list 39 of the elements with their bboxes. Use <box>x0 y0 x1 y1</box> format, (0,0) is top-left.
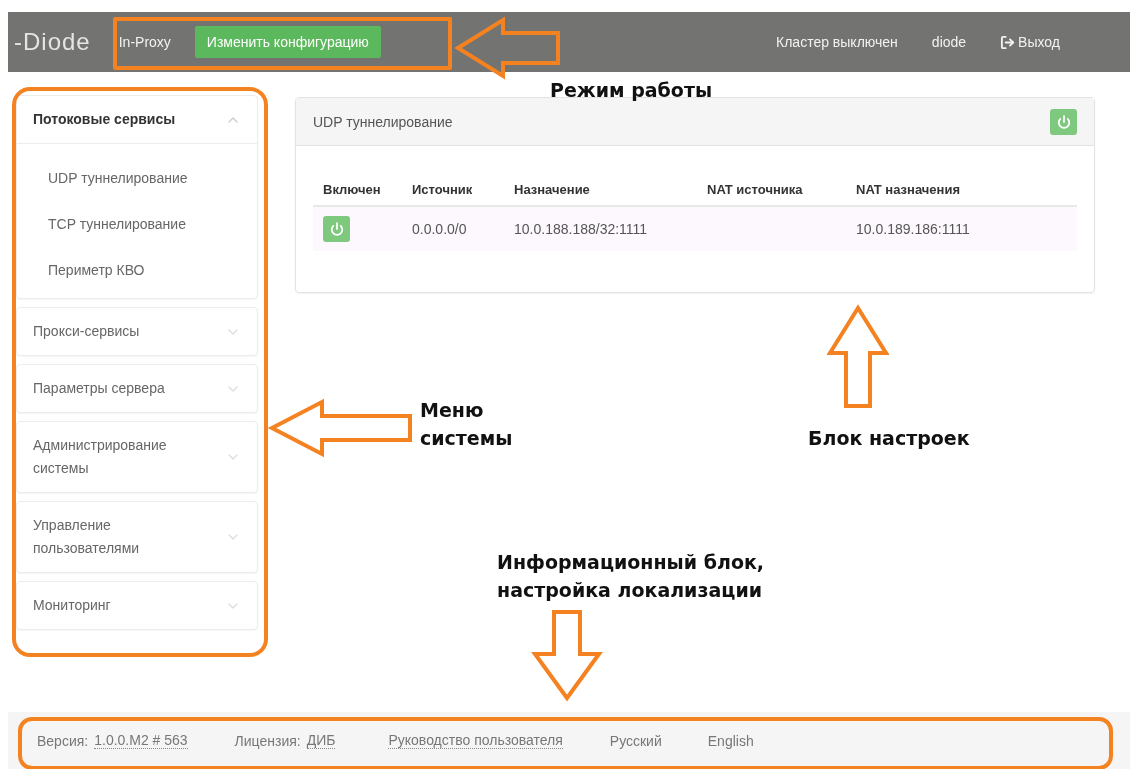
menu-section-title[interactable]: Мониторинг <box>33 594 111 617</box>
table-cell-text: 10.0.189.186:1111 <box>856 221 971 237</box>
version-label: Версия: <box>37 732 89 749</box>
column-header: NAT источника <box>707 181 804 197</box>
menu-item[interactable]: Периметр КВО <box>48 262 257 278</box>
menu-section-title[interactable]: Прокси-сервисы <box>33 320 140 343</box>
menu-item[interactable]: TCP туннелирование <box>48 216 257 232</box>
annotation-label: Блок настроек <box>808 426 971 451</box>
annotation-label: Меню системы <box>420 398 514 451</box>
cluster-status: Кластер выключен <box>776 34 898 50</box>
column-header: Включен <box>323 181 382 197</box>
power-icon <box>329 222 344 236</box>
license-link[interactable]: ДИБ <box>306 732 336 749</box>
brand-logo: -Diode <box>14 28 91 56</box>
column-header: NAT назначения <box>856 181 962 197</box>
menu-section-title[interactable]: Администрирование системы <box>33 434 208 480</box>
license-label: Лицензия: <box>234 732 301 749</box>
menu-section-title[interactable]: Управление пользователями <box>33 514 208 560</box>
annotation-label: Информационный блок, настройка локализации <box>497 550 766 603</box>
table-cell-text: 10.0.188.188/32:1111 <box>514 221 649 237</box>
power-button[interactable] <box>1050 108 1077 135</box>
column-header: Назначение <box>514 181 591 197</box>
user-guide-link[interactable]: Руководство пользователя <box>388 732 563 749</box>
user-link[interactable]: diode <box>931 34 967 50</box>
version-link[interactable]: 1.0.0.M2 # 563 <box>94 732 188 749</box>
menu-section-title[interactable]: Параметры сервера <box>33 377 165 400</box>
language-link[interactable]: English <box>707 732 754 749</box>
exit-icon <box>1000 34 1016 50</box>
power-icon <box>1056 114 1071 129</box>
power-button[interactable] <box>323 216 350 242</box>
menu-section-title[interactable]: Потоковые сервисы <box>33 108 176 131</box>
language-link[interactable]: Русский <box>609 732 662 749</box>
menu-item[interactable]: UDP туннелирование <box>48 170 257 186</box>
panel-title: UDP туннелирование <box>313 113 453 130</box>
mode-label: In-Proxy <box>118 34 171 50</box>
logout-link[interactable]: Выход <box>1000 34 1060 50</box>
annotation-label: Режим работы <box>550 78 714 103</box>
table-cell-text: 0.0.0.0/0 <box>412 221 468 237</box>
column-header: Источник <box>412 181 474 197</box>
